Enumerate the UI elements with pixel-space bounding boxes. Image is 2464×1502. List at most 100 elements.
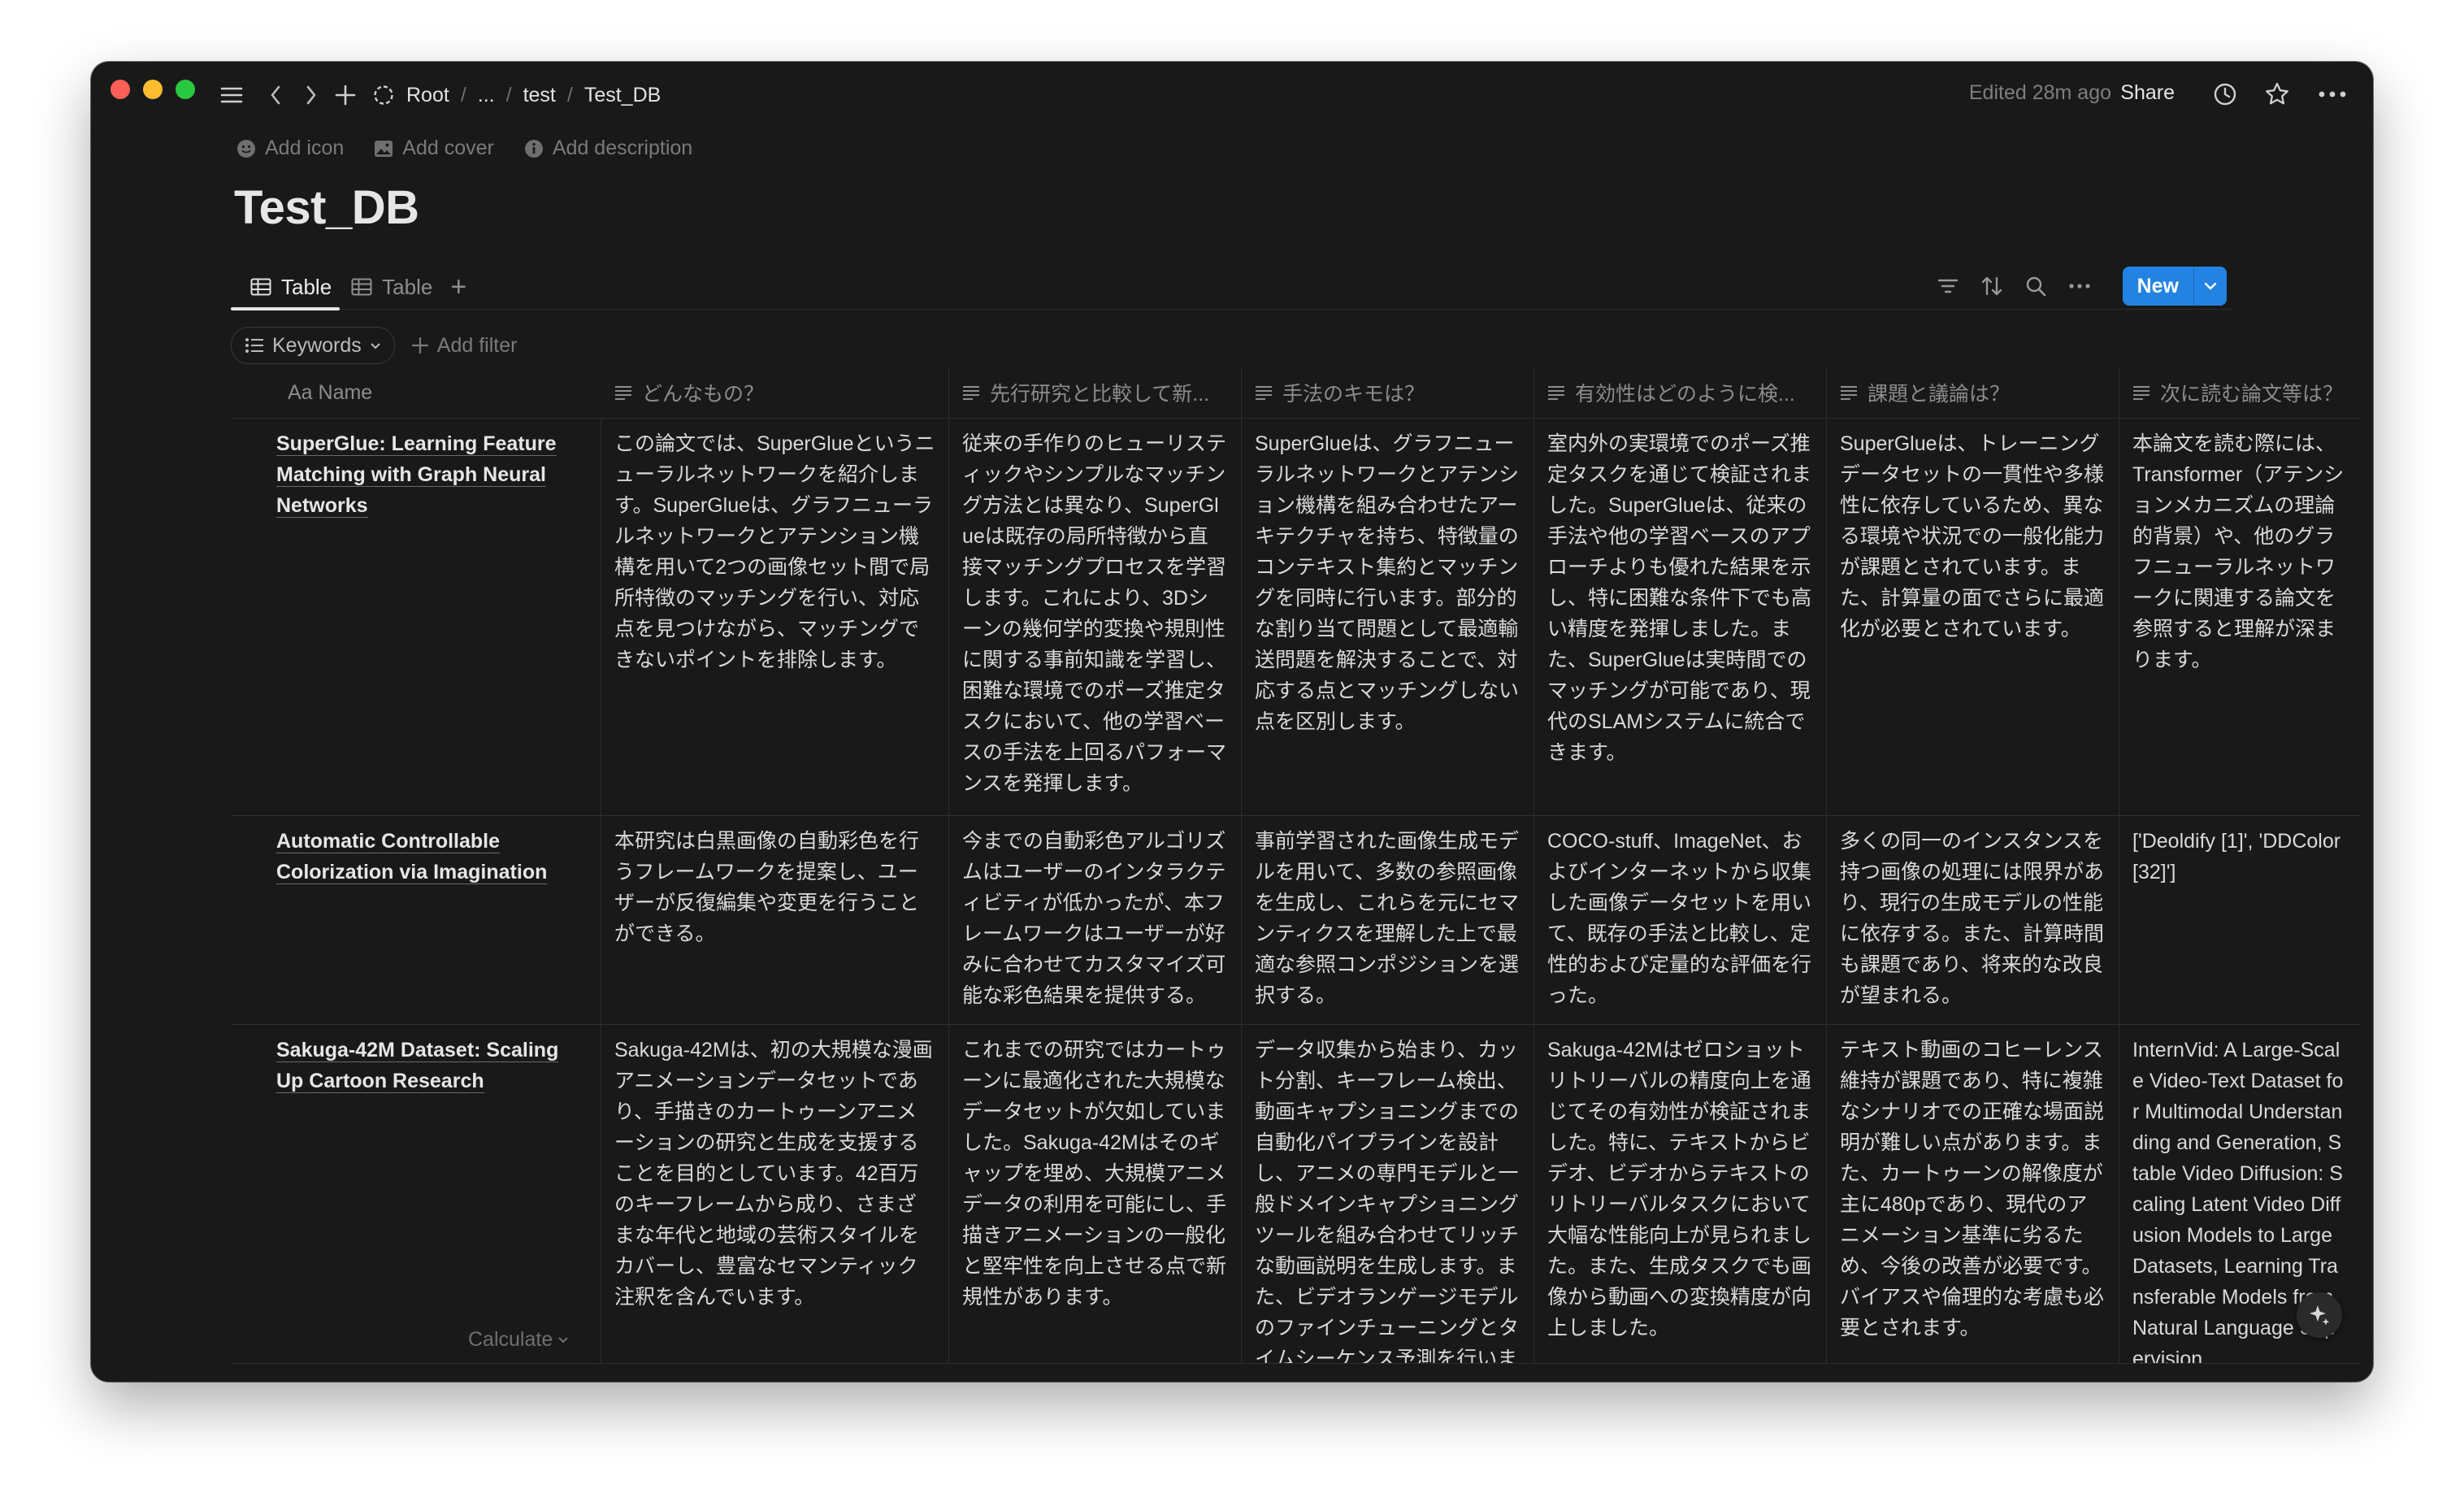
new-button[interactable]: New: [2122, 267, 2193, 306]
add-description-label: Add description: [552, 137, 693, 159]
share-button[interactable]: Share: [2120, 81, 2175, 105]
add-filter-button[interactable]: Add filter: [411, 334, 517, 358]
column-header-text[interactable]: 先行研究と比較して新...: [949, 367, 1242, 418]
name-cell[interactable]: Sakuga-42M Dataset: Scaling Up Cartoon R…: [231, 1025, 601, 1363]
new-button-group: New: [2122, 267, 2227, 306]
text-cell[interactable]: SuperGlueは、トレーニングデータセットの一貫性や多様性に依存しているため…: [1827, 419, 2119, 815]
column-header-text[interactable]: 手法のキモは？: [1242, 367, 1534, 418]
breadcrumb: Root / ... / test / Test_DB: [372, 80, 661, 111]
filter-bar: Keywords Add filter: [231, 327, 517, 364]
table-row[interactable]: Automatic Controllable Colorization via …: [231, 816, 2360, 1025]
breadcrumb-root[interactable]: Root: [406, 84, 449, 107]
text-cell[interactable]: 多くの同一のインスタンスを持つ画像の処理には限界があり、現行の生成モデルの性能に…: [1827, 816, 2119, 1024]
search-icon[interactable]: [2022, 272, 2050, 300]
text-cell[interactable]: 本研究は白黒画像の自動彩色を行うフレームワークを提案し、ユーザーが反復編集や変更…: [601, 816, 949, 1024]
column-header-text[interactable]: 有効性はどのように検...: [1534, 367, 1827, 418]
calculate-button[interactable]: Calculate: [468, 1328, 569, 1352]
image-icon: [373, 138, 394, 159]
breadcrumb-separator: /: [460, 83, 466, 106]
text-lines-icon: [1841, 386, 1857, 400]
row-title[interactable]: Automatic Controllable Colorization via …: [276, 830, 548, 884]
list-icon: [245, 338, 263, 353]
sidebar-menu-icon[interactable]: [218, 81, 245, 109]
add-icon-button[interactable]: Add icon: [236, 137, 344, 160]
breadcrumb-ellipsis[interactable]: ...: [478, 84, 495, 107]
text-cell[interactable]: 今までの自動彩色アルゴリズムはユーザーのインタラクティビティが低かったが、本フレ…: [949, 816, 1242, 1024]
column-header-label: 有効性はどのように検...: [1575, 383, 1795, 406]
app-window: Root / ... / test / Test_DB Edited 28m a…: [91, 62, 2373, 1382]
keywords-filter-chip[interactable]: Keywords: [231, 327, 395, 364]
table-row[interactable]: SuperGlue: Learning Feature Matching wit…: [231, 419, 2360, 816]
database-table: Aa Name どんなもの？ 先行研究と比較して新... 手法のキモは？ 有効性…: [231, 367, 2360, 1364]
info-icon: [523, 138, 544, 159]
chevron-down-icon: [558, 1337, 568, 1344]
breadcrumb-separator: /: [505, 83, 512, 106]
add-icon-label: Add icon: [265, 137, 345, 159]
text-cell[interactable]: Sakuga-42Mはゼロショットリトリーバルの精度向上を通じてその有効性が検証…: [1534, 1025, 1827, 1363]
filter-icon[interactable]: [1934, 272, 1962, 300]
table-header-row: Aa Name どんなもの？ 先行研究と比較して新... 手法のキモは？ 有効性…: [231, 367, 2360, 419]
more-icon[interactable]: [2316, 80, 2349, 109]
forward-arrow-icon[interactable]: [299, 81, 323, 109]
column-header-label: 次に読む論文等は？: [2160, 383, 2344, 406]
database-toolbar: New: [1934, 267, 2227, 306]
plus-icon: [411, 336, 428, 354]
name-cell[interactable]: Automatic Controllable Colorization via …: [231, 816, 601, 1024]
sparkle-icon[interactable]: [2297, 1292, 2342, 1338]
back-arrow-icon[interactable]: [263, 81, 288, 109]
text-lines-icon: [1548, 386, 1564, 400]
add-description-button[interactable]: Add description: [523, 137, 692, 160]
chevron-down-icon[interactable]: [2193, 267, 2227, 306]
text-cell[interactable]: COCO-stuff、ImageNet、およびインターネットから収集した画像デー…: [1534, 816, 1827, 1024]
text-cell[interactable]: Sakuga-42Mは、初の大規模な漫画アニメーションデータセットであり、手描き…: [601, 1025, 949, 1363]
row-title[interactable]: SuperGlue: Learning Feature Matching wit…: [276, 432, 557, 518]
column-header-text[interactable]: どんなもの？: [601, 367, 949, 418]
chip-label: Keywords: [272, 333, 362, 357]
more-options-icon[interactable]: [2066, 272, 2093, 300]
text-cell[interactable]: この論文では、SuperGlueというニューラルネットワークを紹介します。Sup…: [601, 419, 949, 815]
star-icon[interactable]: [2262, 80, 2292, 109]
tab-label: Table: [281, 274, 332, 299]
text-cell[interactable]: これまでの研究ではカートゥーンに最適化された大規模なデータセットが欠如していまし…: [949, 1025, 1242, 1363]
add-cover-button[interactable]: Add cover: [373, 137, 494, 160]
add-view-plus-icon[interactable]: +: [450, 271, 466, 303]
column-header-text[interactable]: 課題と議論は？: [1827, 367, 2119, 418]
text-lines-icon: [2133, 386, 2149, 400]
minimize-window-button[interactable]: [143, 80, 163, 99]
sort-icon[interactable]: [1978, 272, 2006, 300]
text-cell[interactable]: 事前学習された画像生成モデルを用いて、多数の参照画像を生成し、これらを元にセマン…: [1242, 816, 1534, 1024]
history-clock-icon[interactable]: [2210, 80, 2240, 109]
name-cell[interactable]: SuperGlue: Learning Feature Matching wit…: [231, 419, 601, 815]
smiley-icon: [236, 138, 257, 159]
tab-table-2[interactable]: Table: [341, 267, 442, 307]
text-cell[interactable]: テキスト動画のコヒーレンス維持が課題であり、特に複雑なシナリオでの正確な場面説明…: [1827, 1025, 2119, 1363]
breadcrumb-current[interactable]: Test_DB: [584, 84, 661, 107]
text-cell[interactable]: ['Deoldify [1]', 'DDColor [32]']: [2119, 816, 2360, 1024]
column-header-label: どんなもの？: [642, 383, 765, 406]
column-header-text[interactable]: 次に読む論文等は？: [2119, 367, 2360, 418]
table-row[interactable]: Sakuga-42M Dataset: Scaling Up Cartoon R…: [231, 1025, 2360, 1364]
column-header-label: Aa Name: [288, 380, 373, 404]
text-cell[interactable]: SuperGlueは、グラフニューラルネットワークとアテンション機構を組み合わせ…: [1242, 419, 1534, 815]
text-cell[interactable]: 室内外の実環境でのポーズ推定タスクを通じて検証されました。SuperGlueは、…: [1534, 419, 1827, 815]
table-icon: [250, 278, 271, 296]
breadcrumb-test[interactable]: test: [523, 84, 556, 107]
column-header-label: 手法のキモは？: [1282, 383, 1425, 406]
chevron-down-icon: [371, 342, 380, 349]
plus-icon[interactable]: [332, 81, 359, 109]
text-lines-icon: [963, 386, 979, 400]
text-cell[interactable]: データ収集から始まり、カット分割、キーフレーム検出、動画キャプショニングまでの自…: [1242, 1025, 1534, 1363]
page-meta-actions: Add icon Add cover Add description: [236, 137, 692, 160]
tab-table-1[interactable]: Table: [241, 267, 341, 307]
close-window-button[interactable]: [111, 80, 130, 99]
text-lines-icon: [615, 386, 631, 400]
root-page-icon: [374, 85, 393, 105]
zoom-window-button[interactable]: [176, 80, 195, 99]
page-title[interactable]: Test_DB: [234, 180, 419, 235]
row-title[interactable]: Sakuga-42M Dataset: Scaling Up Cartoon R…: [276, 1039, 559, 1093]
text-cell[interactable]: 本論文を読む際には、Transformer（アテンションメカニズムの理論的背景）…: [2119, 419, 2360, 815]
view-divider: [231, 309, 2233, 310]
text-cell[interactable]: 従来の手作りのヒューリスティックやシンプルなマッチング方法とは異なり、Super…: [949, 419, 1242, 815]
column-header-name[interactable]: Aa Name: [231, 367, 601, 418]
active-tab-indicator: [231, 307, 340, 310]
